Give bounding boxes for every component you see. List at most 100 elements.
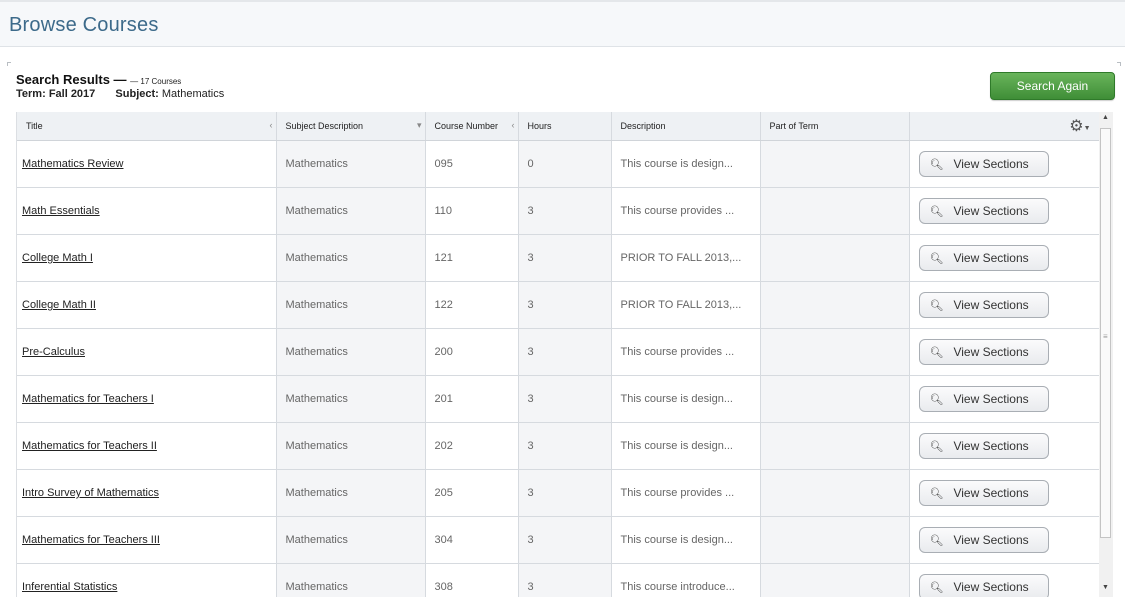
view-sections-button[interactable]: 🔍︎ View Sections <box>918 433 1049 459</box>
table-row: College Math II Mathematics 122 3 PRIOR TO F… <box>17 281 1100 329</box>
view-sections-label: View Sections <box>953 157 1029 171</box>
search-icon: 🔍︎ <box>929 487 944 500</box>
panel-corner-left <box>7 62 11 66</box>
hours-cell: 0 <box>518 140 612 188</box>
column-header-description[interactable]: Description <box>611 112 761 141</box>
results-count: — 17 Courses <box>130 77 182 86</box>
search-icon: 🔍︎ <box>929 346 944 359</box>
scroll-down-arrow-icon[interactable]: ▼ <box>1102 584 1109 591</box>
view-sections-button[interactable]: 🔍︎ View Sections <box>918 245 1049 271</box>
grid-scrollbar[interactable]: ▲ ≡ ▼ <box>1099 112 1113 597</box>
chevron-down-icon[interactable]: ▼ <box>1084 125 1091 132</box>
view-sections-button[interactable]: 🔍︎ View Sections <box>918 386 1049 412</box>
view-sections-button[interactable]: 🔍︎ View Sections <box>918 151 1049 177</box>
subject-label: Subject: <box>115 88 159 100</box>
search-icon: 🔍︎ <box>929 158 944 171</box>
sort-icon[interactable]: ‹ <box>512 120 515 130</box>
title-cell: Inferential Statistics <box>17 563 277 597</box>
actions-cell: 🔍︎ View Sections <box>909 375 1100 423</box>
course-title-link[interactable]: Pre-Calculus <box>22 346 85 358</box>
view-sections-button[interactable]: 🔍︎ View Sections <box>918 198 1049 224</box>
description-cell: This course is design... <box>611 375 761 423</box>
course-title-link[interactable]: Mathematics for Teachers I <box>22 393 154 405</box>
table-row: College Math I Mathematics 121 3 PRIOR TO FA… <box>17 234 1100 282</box>
title-cell: College Math I <box>17 234 277 282</box>
sort-desc-icon[interactable]: ▾ <box>417 120 422 131</box>
description-cell: PRIOR TO FALL 2013,... <box>611 281 761 329</box>
course-number-cell: 201 <box>425 375 519 423</box>
column-header-hours[interactable]: Hours <box>518 112 612 141</box>
subject-cell: Mathematics <box>276 281 426 329</box>
description-cell: This course is design... <box>611 140 761 188</box>
course-title-link[interactable]: College Math II <box>22 299 96 311</box>
table-row: Mathematics for Teachers III Mathematics 3… <box>17 516 1100 564</box>
part-of-term-cell <box>760 328 910 376</box>
column-header-title[interactable]: Title ‹ <box>17 112 277 141</box>
course-number-cell: 308 <box>425 563 519 597</box>
course-title-link[interactable]: Mathematics Review <box>22 158 123 170</box>
course-number-cell: 304 <box>425 516 519 564</box>
course-number-cell: 122 <box>425 281 519 329</box>
course-title-link[interactable]: College Math I <box>22 252 93 264</box>
view-sections-label: View Sections <box>953 345 1029 359</box>
view-sections-button[interactable]: 🔍︎ View Sections <box>918 339 1049 365</box>
view-sections-button[interactable]: 🔍︎ View Sections <box>918 527 1049 553</box>
table-row: Pre-Calculus Mathematics 200 3 This course p… <box>17 328 1100 376</box>
search-again-button[interactable]: Search Again <box>990 72 1115 100</box>
gear-icon[interactable]: ⚙ <box>1069 118 1083 135</box>
search-icon: 🔍︎ <box>929 205 944 218</box>
scroll-up-arrow-icon[interactable]: ▲ <box>1102 114 1109 121</box>
scrollbar-thumb[interactable]: ≡ <box>1100 128 1111 538</box>
table-row: Mathematics for Teachers I Mathematics 201… <box>17 375 1100 423</box>
description-cell: This course provides ... <box>611 328 761 376</box>
subject-cell: Mathematics <box>276 469 426 517</box>
course-title-link[interactable]: Mathematics for Teachers III <box>22 534 160 546</box>
view-sections-button[interactable]: 🔍︎ View Sections <box>918 480 1049 506</box>
sort-icon[interactable]: ‹ <box>270 120 273 130</box>
term-value: Fall 2017 <box>48 88 96 100</box>
course-title-link[interactable]: Math Essentials <box>22 205 100 217</box>
view-sections-button[interactable]: 🔍︎ View Sections <box>918 574 1049 597</box>
course-number-cell: 110 <box>425 187 519 235</box>
view-sections-label: View Sections <box>953 392 1029 406</box>
description-cell: This course provides ... <box>611 469 761 517</box>
course-title-link[interactable]: Mathematics for Teachers II <box>22 440 157 452</box>
course-title-link[interactable]: Inferential Statistics <box>22 581 117 593</box>
view-sections-label: View Sections <box>953 439 1029 453</box>
title-cell: Mathematics for Teachers I <box>17 375 277 423</box>
table-row: Mathematics Review Mathematics 095 0 This co… <box>17 140 1100 188</box>
page-header: Browse Courses <box>0 2 1125 47</box>
part-of-term-cell <box>760 563 910 597</box>
hours-cell: 3 <box>518 234 612 282</box>
course-title-link[interactable]: Intro Survey of Mathematics <box>22 487 159 499</box>
title-cell: College Math II <box>17 281 277 329</box>
column-settings[interactable]: ⚙▼ <box>909 112 1100 141</box>
actions-cell: 🔍︎ View Sections <box>909 516 1100 564</box>
subject-cell: Mathematics <box>276 234 426 282</box>
column-header-part-of-term[interactable]: Part of Term <box>760 112 910 141</box>
actions-cell: 🔍︎ View Sections <box>909 234 1100 282</box>
course-number-cell: 121 <box>425 234 519 282</box>
part-of-term-cell <box>760 234 910 282</box>
column-header-subject[interactable]: Subject Description ▾ <box>276 112 426 141</box>
actions-cell: 🔍︎ View Sections <box>909 187 1100 235</box>
hours-cell: 3 <box>518 469 612 517</box>
course-number-cell: 202 <box>425 422 519 470</box>
courses-grid: Title ‹ Subject Description ▾ Course Numbe… <box>16 112 1100 597</box>
title-cell: Intro Survey of Mathematics <box>17 469 277 517</box>
part-of-term-cell <box>760 187 910 235</box>
search-summary: Search Results — — 17 Courses Term: Fall… <box>16 72 224 100</box>
grip-icon: ≡ <box>1103 332 1108 341</box>
subject-cell: Mathematics <box>276 187 426 235</box>
hours-cell: 3 <box>518 422 612 470</box>
table-row: Inferential Statistics Mathematics 308 3 Thi… <box>17 563 1100 597</box>
view-sections-button[interactable]: 🔍︎ View Sections <box>918 292 1049 318</box>
subject-cell: Mathematics <box>276 563 426 597</box>
results-label: Search Results — <box>16 72 127 87</box>
description-cell: This course provides ... <box>611 187 761 235</box>
table-row: Mathematics for Teachers II Mathematics 20… <box>17 422 1100 470</box>
view-sections-label: View Sections <box>953 580 1029 594</box>
course-number-cell: 200 <box>425 328 519 376</box>
column-header-course-number[interactable]: Course Number ‹ <box>425 112 519 141</box>
view-sections-label: View Sections <box>953 298 1029 312</box>
